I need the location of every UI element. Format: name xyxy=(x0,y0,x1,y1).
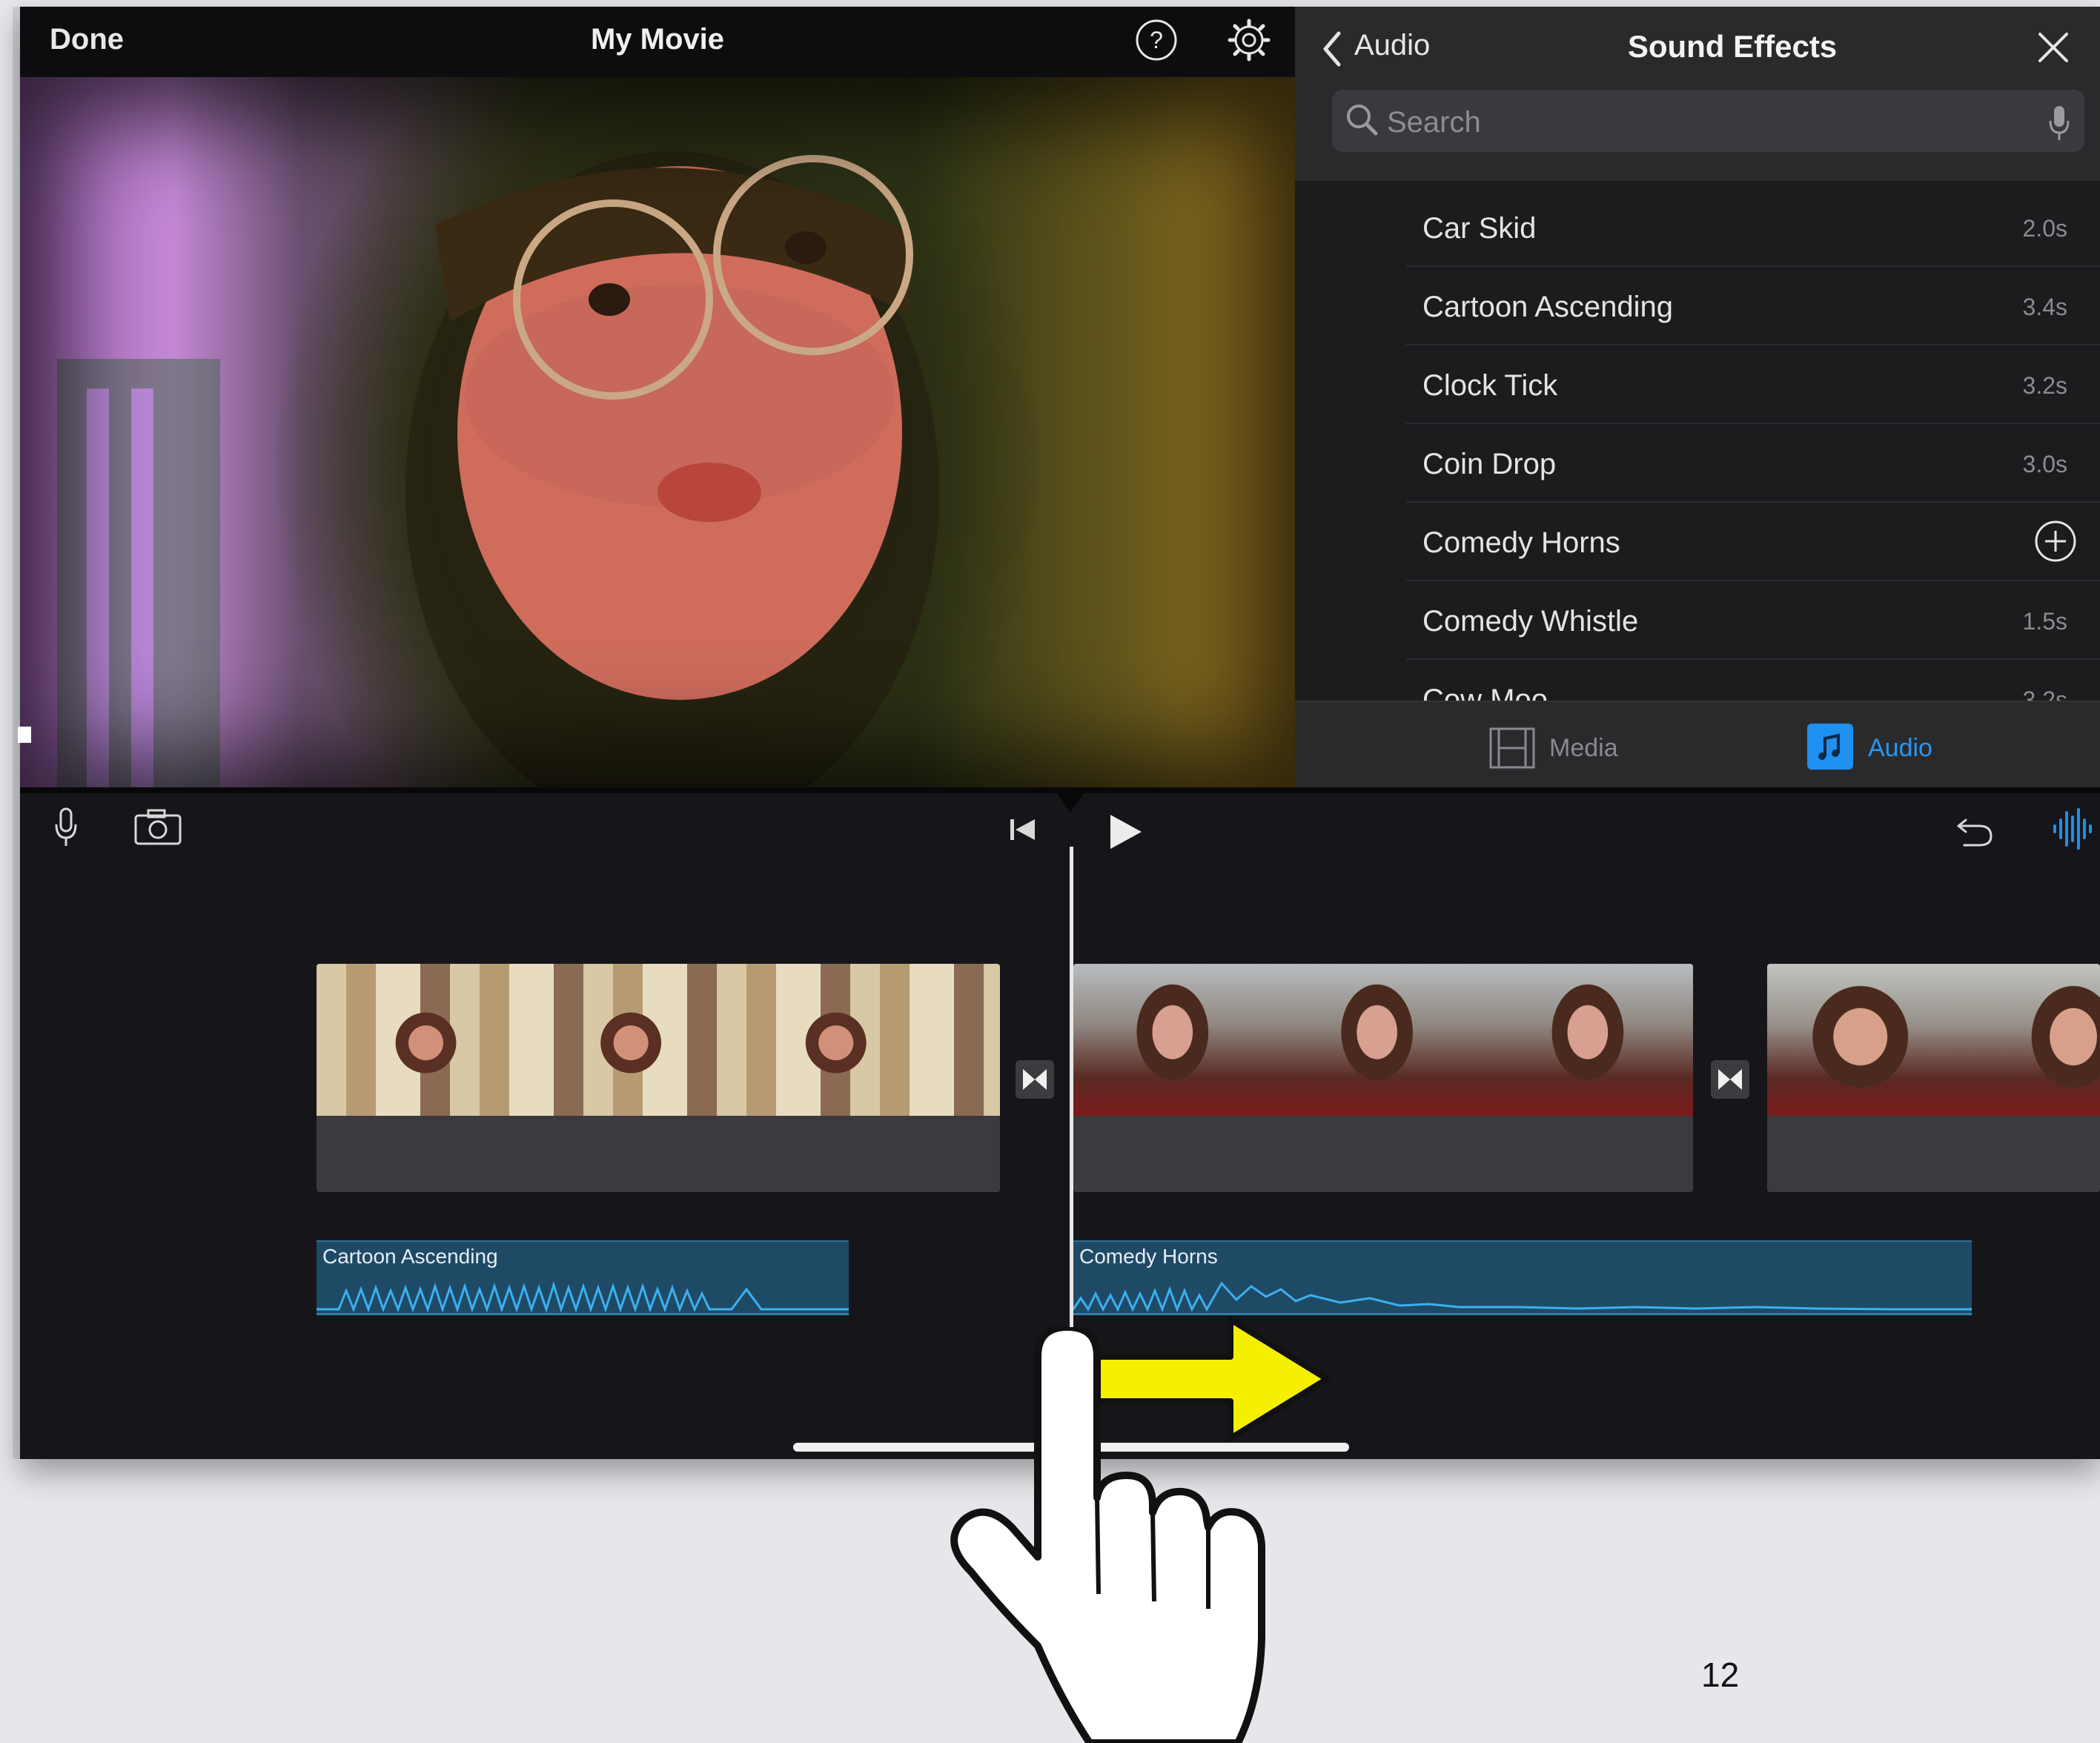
list-item[interactable]: Cartoon Ascending 3.4s xyxy=(1406,267,2100,345)
sound-name: Comedy Whistle xyxy=(1422,605,1639,638)
playhead-notch xyxy=(1053,787,1088,813)
list-item-selected[interactable]: Comedy Horns xyxy=(1406,503,2100,581)
video-preview[interactable] xyxy=(20,77,1295,800)
audio-clip-label: Cartoon Ascending xyxy=(322,1245,498,1268)
dictation-mic-icon[interactable] xyxy=(2047,105,2071,142)
list-item[interactable]: Coin Drop 3.0s xyxy=(1406,424,2100,503)
panel-tab-bar xyxy=(1295,701,2100,789)
panel-title: Sound Effects xyxy=(1627,29,1838,64)
sound-duration: 3.4s xyxy=(2022,294,2067,320)
audio-waveform-icon[interactable] xyxy=(2050,807,2095,851)
sound-effects-list: Car Skid 2.0s Cartoon Ascending 3.4s Clo… xyxy=(1406,188,2100,738)
close-icon[interactable] xyxy=(2036,30,2071,65)
play-icon[interactable] xyxy=(1107,813,1145,851)
search-icon xyxy=(1347,105,1378,136)
sound-name: Clock Tick xyxy=(1422,369,1558,402)
video-clip[interactable] xyxy=(1073,964,1693,1192)
audio-waveform xyxy=(317,1280,849,1313)
list-item[interactable]: Clock Tick 3.2s xyxy=(1406,345,2100,424)
sound-name: Cartoon Ascending xyxy=(1422,291,1674,323)
sound-duration: 1.5s xyxy=(2022,608,2067,635)
page-number: 12 xyxy=(1701,1656,1740,1694)
add-circle-icon[interactable] xyxy=(2033,519,2078,563)
tab-audio[interactable]: Audio xyxy=(1868,734,1932,763)
sound-name: Comedy Horns xyxy=(1422,526,1620,559)
video-clip[interactable] xyxy=(1767,964,2100,1192)
audio-clip[interactable]: Cartoon Ascending xyxy=(317,1240,849,1315)
audio-waveform xyxy=(1073,1281,1972,1313)
back-to-audio-button[interactable]: Audio xyxy=(1354,29,1430,62)
undo-icon[interactable] xyxy=(1954,810,1995,851)
audio-clip-label: Comedy Horns xyxy=(1079,1245,1218,1268)
skip-to-start-icon[interactable] xyxy=(1008,817,1038,842)
help-icon[interactable]: ? xyxy=(1134,18,1179,62)
video-clip[interactable] xyxy=(317,964,1000,1192)
sound-name: Car Skid xyxy=(1422,212,1537,245)
microphone-icon[interactable] xyxy=(53,807,79,848)
pointing-hand-icon xyxy=(950,1327,1265,1743)
svg-text:?: ? xyxy=(1150,27,1163,53)
edge-handle xyxy=(18,727,31,743)
movie-title: My Movie xyxy=(590,23,725,56)
sound-duration: 3.2s xyxy=(2022,372,2067,399)
sound-name: Coin Drop xyxy=(1422,448,1557,480)
list-item[interactable]: Comedy Whistle 1.5s xyxy=(1406,581,2100,660)
sound-duration: 3.0s xyxy=(2022,451,2067,477)
clip-thumbnails xyxy=(1073,964,1693,1116)
film-strip-icon[interactable] xyxy=(1488,727,1536,770)
transition-icon[interactable] xyxy=(1016,1060,1054,1099)
camera-icon[interactable] xyxy=(133,808,182,847)
search-placeholder: Search xyxy=(1387,106,1481,139)
audio-clip[interactable]: Comedy Horns xyxy=(1073,1240,1972,1315)
clip-thumbnails xyxy=(1767,964,2100,1116)
chevron-left-icon[interactable] xyxy=(1321,30,1343,67)
music-note-icon[interactable] xyxy=(1807,724,1853,770)
transition-icon[interactable] xyxy=(1711,1060,1749,1099)
gear-icon[interactable] xyxy=(1227,18,1271,62)
sound-duration: 2.0s xyxy=(2022,215,2067,242)
list-item[interactable]: Car Skid 2.0s xyxy=(1406,188,2100,267)
vignette xyxy=(20,77,1295,800)
tab-media[interactable]: Media xyxy=(1549,734,1618,763)
clip-thumbnails xyxy=(317,964,1000,1116)
